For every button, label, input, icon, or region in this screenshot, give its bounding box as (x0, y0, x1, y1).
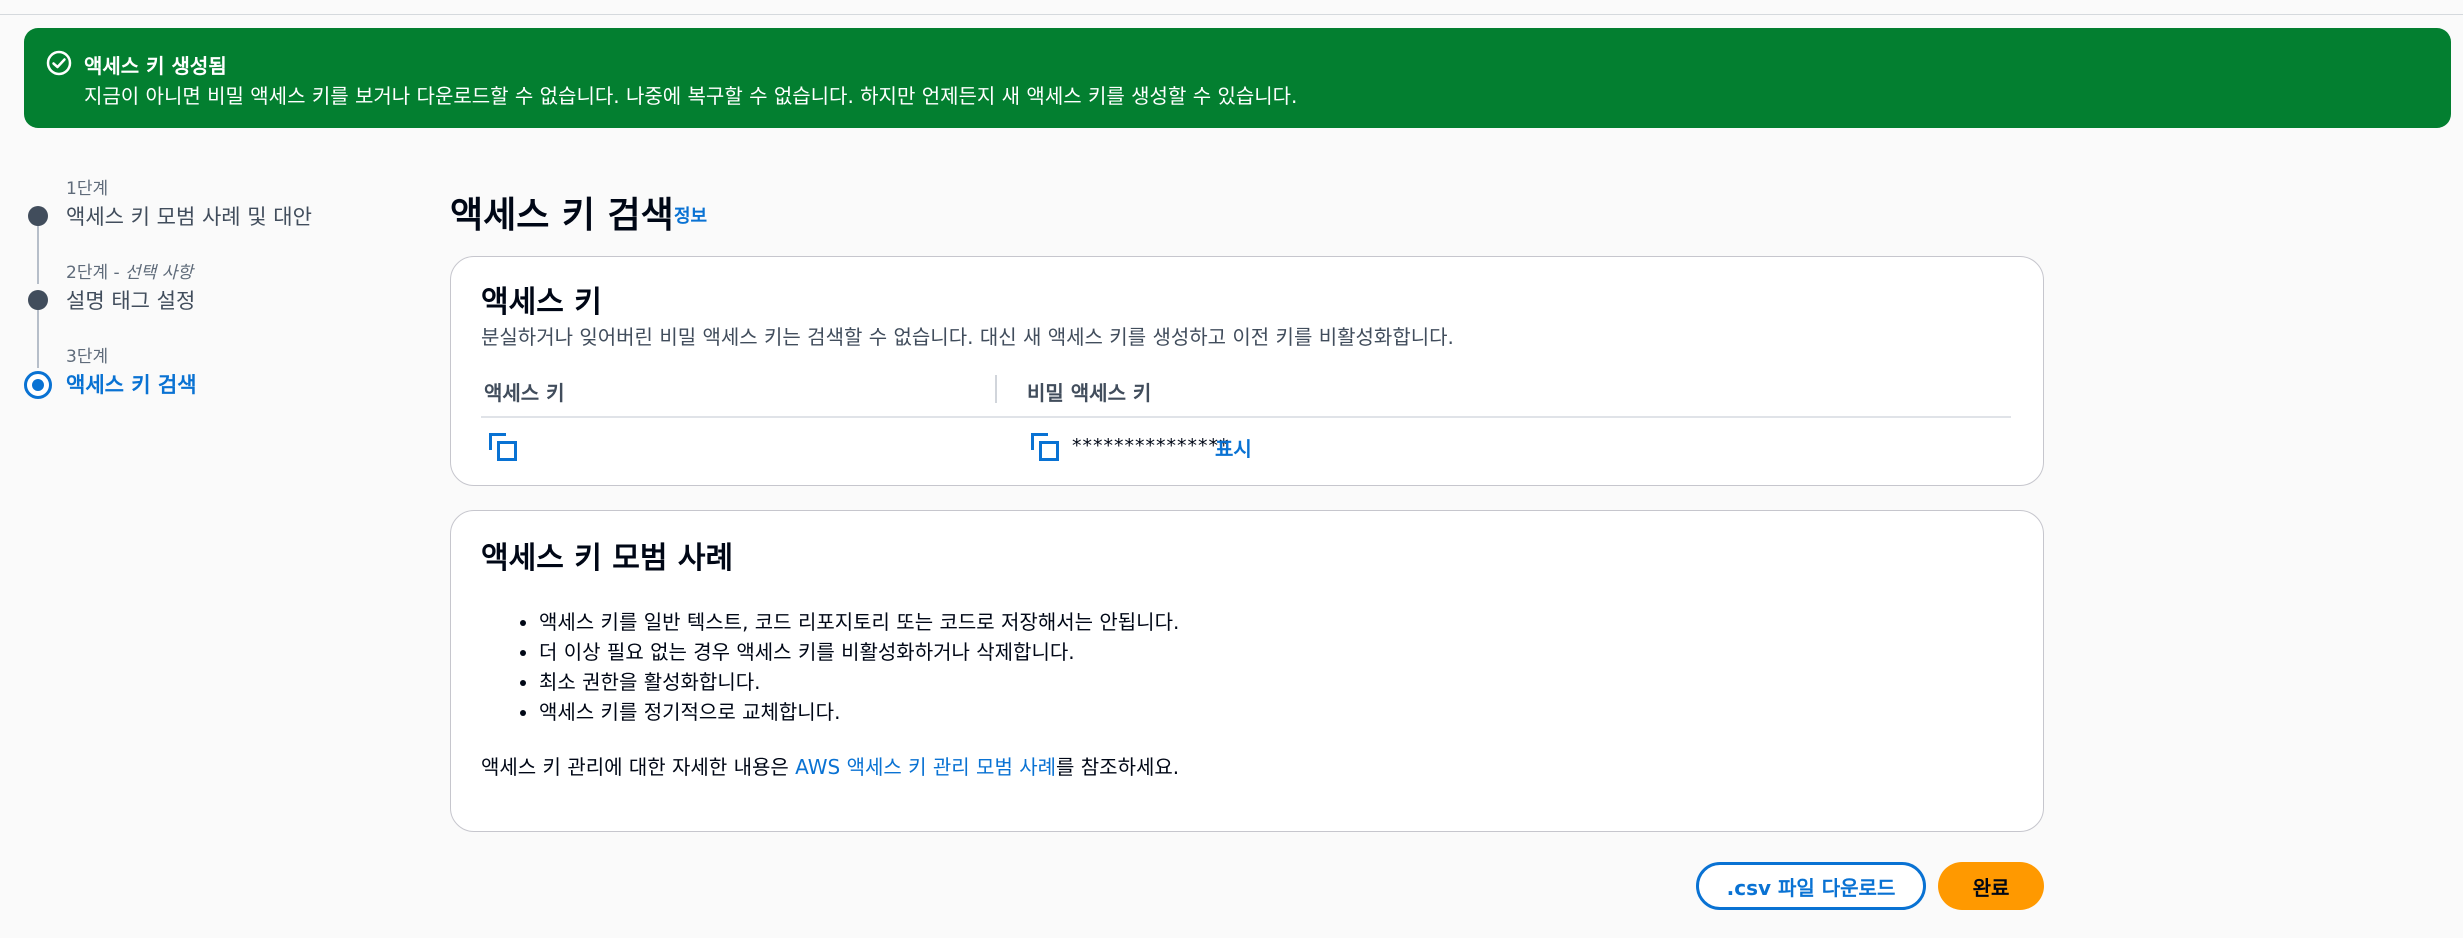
list-item: 액세스 키를 정기적으로 교체합니다. (539, 697, 1179, 727)
best-practices-note: 액세스 키 관리에 대한 자세한 내용은 AWS 액세스 키 관리 모범 사례를… (481, 751, 1179, 780)
info-link[interactable]: 정보 (674, 202, 707, 228)
done-button[interactable]: 완료 (1938, 862, 2044, 910)
copy-icon[interactable] (489, 433, 517, 461)
best-practices-card: 액세스 키 모범 사례 액세스 키를 일반 텍스트, 코드 리포지토리 또는 코… (450, 510, 2044, 832)
step-number-text: 2단계 - (66, 263, 126, 283)
column-header-access-key: 액세스 키 (484, 381, 565, 405)
step-label: 액세스 키 검색 (66, 373, 197, 397)
column-divider (995, 375, 997, 403)
step-current-dot (24, 371, 52, 399)
column-header-secret-key: 비밀 액세스 키 (1027, 381, 1152, 405)
card-title: 액세스 키 모범 사례 (481, 541, 734, 576)
flash-message: 지금이 아니면 비밀 액세스 키를 보거나 다운로드할 수 없습니다. 나중에 … (84, 84, 1298, 108)
success-flashbar: 액세스 키 생성됨 지금이 아니면 비밀 액세스 키를 보거나 다운로드할 수 … (24, 28, 2451, 128)
list-item: 더 이상 필요 없는 경우 액세스 키를 비활성화하거나 삭제합니다. (539, 637, 1179, 667)
show-secret-link[interactable]: 표시 (1215, 433, 1252, 462)
flash-title: 액세스 키 생성됨 (84, 54, 227, 78)
step-number: 1단계 (66, 179, 109, 199)
table-divider (481, 416, 2011, 418)
step-dot (28, 206, 48, 226)
list-item: 액세스 키를 일반 텍스트, 코드 리포지토리 또는 코드로 저장해서는 안됩니… (539, 607, 1179, 637)
page-title: 액세스 키 검색 (450, 195, 674, 236)
step-dot (28, 290, 48, 310)
step-optional: 선택 사항 (125, 263, 194, 283)
step-number: 3단계 (66, 347, 109, 367)
download-csv-button[interactable]: .csv 파일 다운로드 (1696, 862, 1926, 910)
card-title: 액세스 키 (481, 285, 602, 320)
note-prefix: 액세스 키 관리에 대한 자세한 내용은 (481, 755, 796, 779)
top-header-border (0, 0, 2463, 15)
note-suffix: 를 참조하세요. (1056, 755, 1180, 779)
success-circle-icon (46, 50, 72, 76)
step-label[interactable]: 액세스 키 모범 사례 및 대안 (66, 201, 312, 231)
secret-key-masked: *************** (1072, 435, 1230, 457)
step-label[interactable]: 설명 태그 설정 (66, 285, 195, 315)
step-number: 2단계 - 선택 사항 (66, 258, 193, 283)
copy-icon[interactable] (1031, 433, 1059, 461)
card-description: 분실하거나 잊어버린 비밀 액세스 키는 검색할 수 없습니다. 대신 새 액세… (481, 325, 1454, 349)
best-practices-list: 액세스 키를 일반 텍스트, 코드 리포지토리 또는 코드로 저장해서는 안됩니… (511, 607, 1179, 727)
access-key-card: 액세스 키 분실하거나 잊어버린 비밀 액세스 키는 검색할 수 없습니다. 대… (450, 256, 2044, 486)
aws-best-practices-link[interactable]: AWS 액세스 키 관리 모범 사례 (795, 755, 1056, 779)
list-item: 최소 권한을 활성화합니다. (539, 667, 1179, 697)
